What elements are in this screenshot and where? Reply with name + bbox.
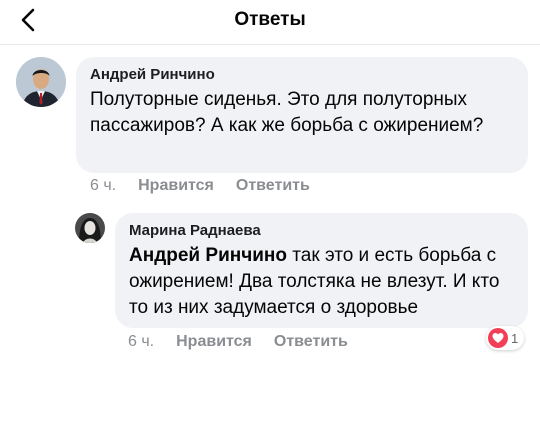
like-button[interactable]: Нравится: [176, 333, 252, 351]
avatar[interactable]: [16, 57, 66, 107]
comment-actions: 6 ч. Нравится Ответить: [128, 333, 348, 351]
comment-time[interactable]: 6 ч.: [90, 177, 116, 195]
reply-button[interactable]: Ответить: [236, 177, 310, 195]
avatar[interactable]: [75, 213, 105, 243]
comment-author[interactable]: Марина Раднаева: [129, 222, 514, 239]
reaction-count: 1: [511, 330, 519, 346]
comment-author[interactable]: Андрей Ринчино: [90, 66, 514, 83]
comment-text: Андрей Ринчино так это и есть борьба с о…: [129, 243, 514, 321]
mention-link[interactable]: Андрей Ринчино: [129, 245, 287, 266]
comment-text: Полуторные сиденья. Это для полуторных п…: [90, 89, 484, 136]
comment-actions: 6 ч. Нравится Ответить: [90, 177, 310, 195]
like-button[interactable]: Нравится: [138, 177, 214, 195]
reply-bubble: Марина Раднаева Андрей Ринчино так это и…: [115, 213, 528, 328]
avatar-image: [75, 213, 105, 243]
comment-bubble: Андрей Ринчино Полуторные сиденья. Это д…: [76, 57, 528, 173]
page-title: Ответы: [234, 9, 306, 30]
comment-time[interactable]: 6 ч.: [128, 333, 154, 351]
avatar-image: [16, 57, 66, 107]
reply-button[interactable]: Ответить: [274, 333, 348, 351]
love-reaction-icon: [488, 328, 508, 348]
reaction-badge[interactable]: 1: [486, 326, 525, 350]
app-header: Ответы: [0, 0, 540, 45]
